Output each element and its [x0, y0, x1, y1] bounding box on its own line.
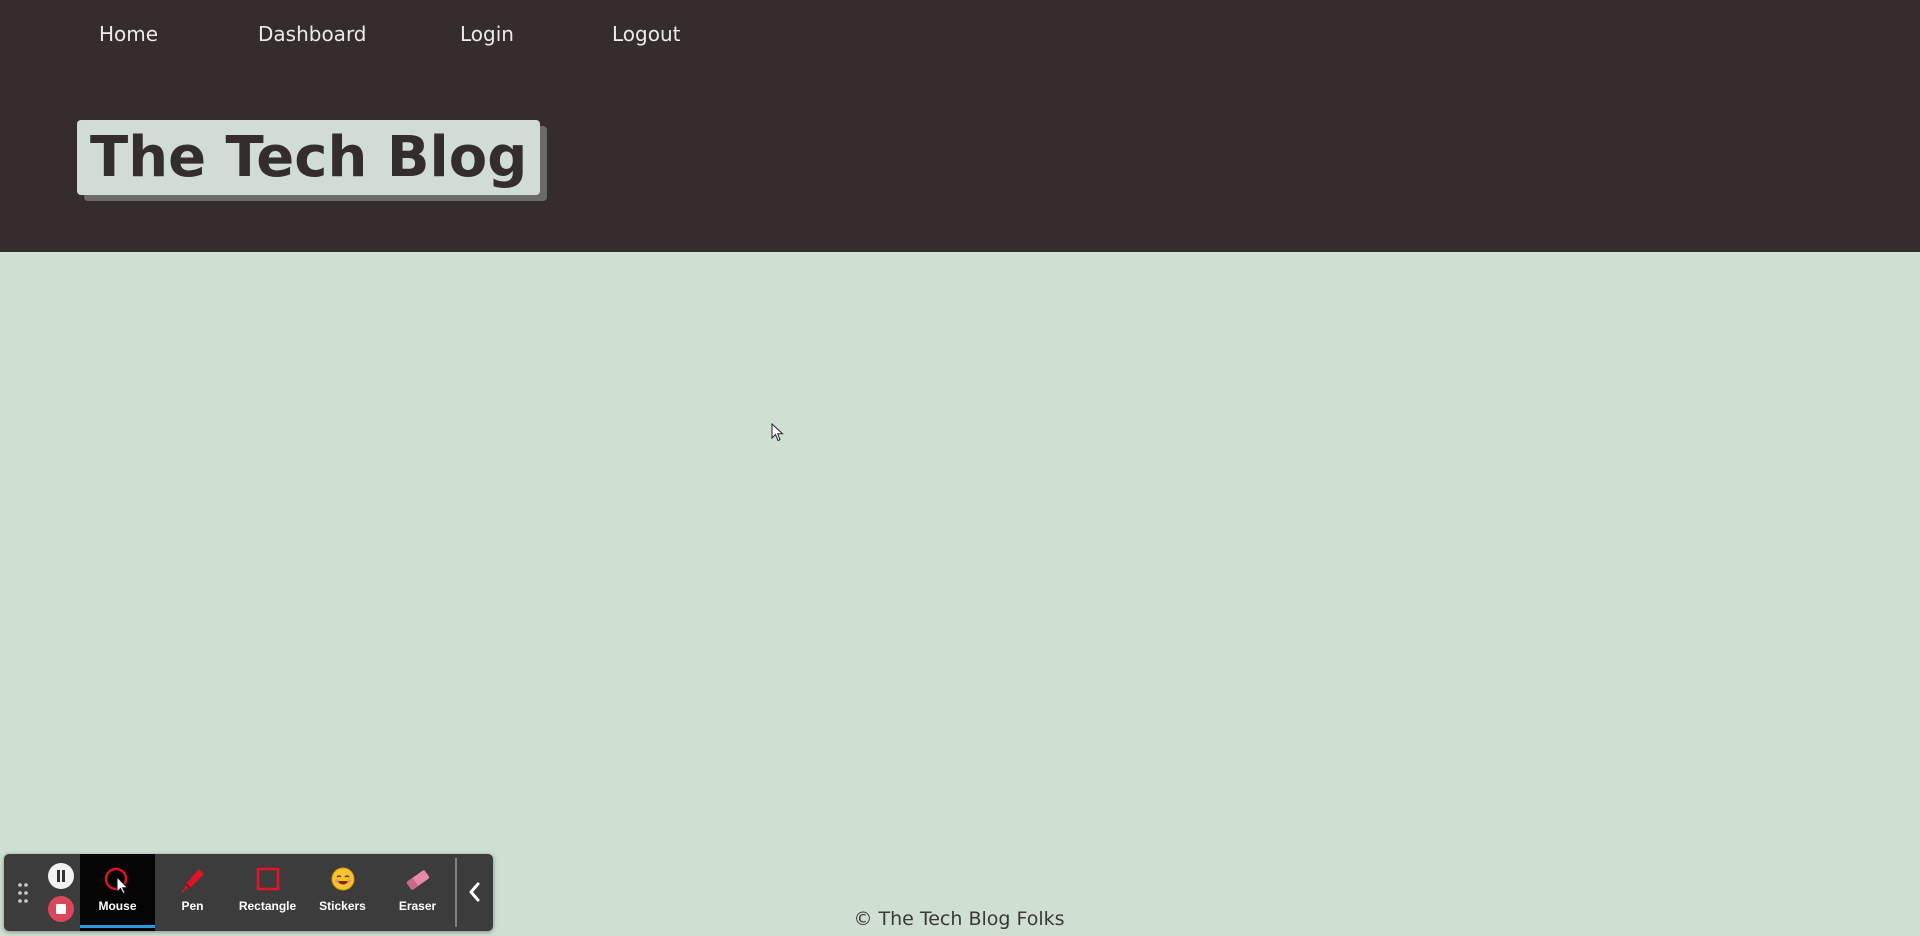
page: Home Dashboard Login Logout The Tech Blo…: [0, 0, 1920, 936]
nav-link-dashboard[interactable]: Dashboard: [258, 22, 367, 46]
tool-stickers-button[interactable]: Stickers: [305, 854, 380, 931]
nav-link-logout[interactable]: Logout: [612, 22, 680, 46]
tool-mouse-label: Mouse: [98, 899, 137, 913]
main-content: [0, 252, 1920, 936]
tool-stickers-label: Stickers: [319, 899, 366, 913]
toolbar-divider: [455, 858, 457, 927]
pause-icon[interactable]: [48, 863, 74, 889]
nav-link-home[interactable]: Home: [99, 22, 158, 46]
tool-mouse-button[interactable]: Mouse: [80, 854, 155, 931]
chevron-left-icon[interactable]: [462, 876, 488, 908]
nav-link-login[interactable]: Login: [460, 22, 514, 46]
site-header: Home Dashboard Login Logout The Tech Blo…: [0, 0, 1920, 252]
stop-icon[interactable]: [48, 896, 74, 922]
tool-pen-label: Pen: [181, 899, 204, 913]
tool-pen-button[interactable]: Pen: [155, 854, 230, 931]
drag-handle-icon[interactable]: [17, 882, 29, 904]
eraser-icon: [406, 870, 430, 890]
pen-icon: [181, 869, 204, 893]
site-title-box: The Tech Blog: [77, 120, 541, 195]
rectangle-icon: [256, 867, 280, 891]
tool-eraser-label: Eraser: [398, 899, 437, 913]
mouse-cursor-icon: [104, 867, 129, 894]
site-title: The Tech Blog: [90, 125, 528, 190]
mouse-pointer-icon: [771, 423, 784, 442]
recorder-toolbar: Mouse Pen Rectangle Stickers Eraser: [4, 854, 493, 931]
main-nav: Home Dashboard Login Logout: [0, 0, 800, 70]
active-tool-indicator: [80, 925, 155, 928]
tool-eraser-button[interactable]: Eraser: [380, 854, 455, 931]
sticker-icon: [331, 867, 355, 891]
tool-rectangle-label: Rectangle: [238, 899, 297, 913]
tool-rectangle-button[interactable]: Rectangle: [230, 854, 305, 931]
